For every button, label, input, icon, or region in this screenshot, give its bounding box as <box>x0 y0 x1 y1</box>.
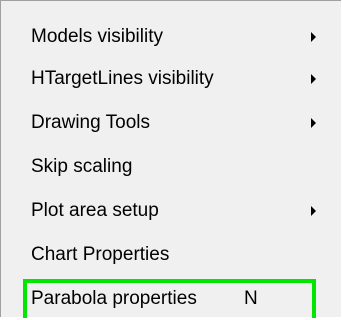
menu-item-htargetlines-visibility[interactable]: HTargetLines visibility <box>1 58 341 100</box>
menu-item-label: Skip scaling <box>31 156 133 177</box>
menu-item-skip-scaling[interactable]: Skip scaling <box>1 146 341 188</box>
menu-item-drawing-tools[interactable]: Drawing Tools <box>1 102 341 144</box>
chevron-right-icon <box>311 206 316 216</box>
menu-item-plot-area-setup[interactable]: Plot area setup <box>1 190 341 232</box>
context-menu: Models visibility HTargetLines visibilit… <box>0 0 341 318</box>
menu-item-label: Drawing Tools <box>31 112 150 133</box>
menu-item-chart-properties[interactable]: Chart Properties <box>1 234 341 276</box>
menu-item-models-visibility[interactable]: Models visibility <box>1 16 341 58</box>
menu-item-label: Models visibility <box>31 26 163 47</box>
chevron-right-icon <box>311 32 316 42</box>
menu-item-label: Plot area setup <box>31 200 159 221</box>
highlight-box <box>23 279 316 318</box>
chevron-right-icon <box>311 74 316 84</box>
menu-item-label: Chart Properties <box>31 244 170 265</box>
chevron-right-icon <box>311 118 316 128</box>
menu-item-label: HTargetLines visibility <box>31 68 214 89</box>
